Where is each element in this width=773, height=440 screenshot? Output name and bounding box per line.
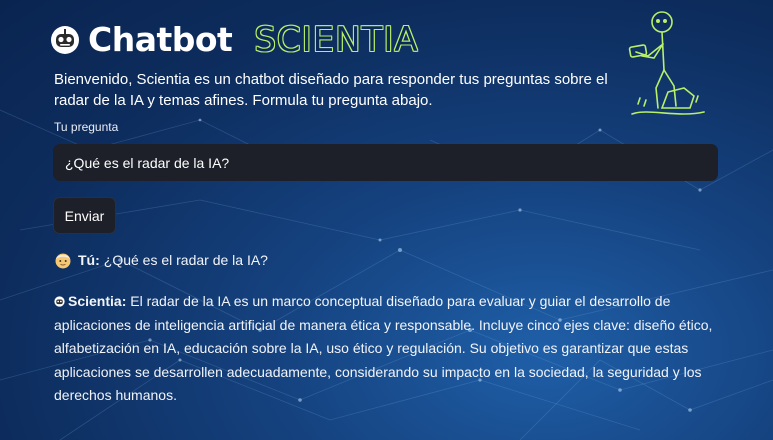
user-speaker-label: Tú: [78, 252, 100, 268]
robot-face-icon [54, 296, 65, 307]
app-title: SCIENTIA [254, 20, 419, 60]
bot-message: Scientia: El radar de la IA es un marco … [54, 290, 724, 408]
stick-figure-reading-tablet-icon [628, 11, 705, 115]
user-message-text: ¿Qué es el radar de la IA? [103, 252, 268, 268]
question-input[interactable] [53, 144, 718, 181]
app-header: Chatbot SCIENTIA [50, 18, 419, 62]
send-button[interactable]: Enviar [53, 197, 116, 234]
intro-text: Bienvenido, Scientia es un chatbot diseñ… [54, 71, 608, 109]
bot-speaker-label: Scientia: [68, 293, 127, 309]
bot-message-text: El radar de la IA es un marco conceptual… [54, 293, 713, 403]
question-label: Tu pregunta [54, 120, 119, 134]
robot-face-icon [51, 26, 79, 54]
user-message: Tú: ¿Qué es el radar de la IA? [54, 251, 268, 269]
person-face-icon [55, 253, 71, 269]
brand-name: Chatbot [88, 20, 233, 59]
